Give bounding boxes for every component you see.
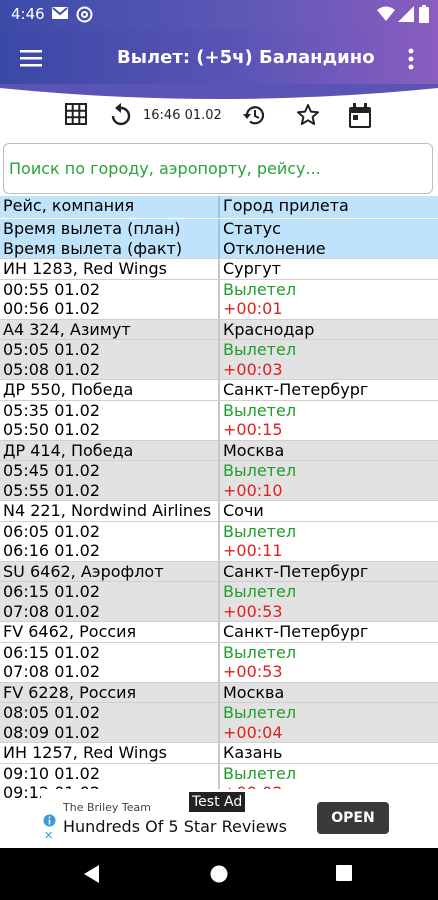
departure-actual: 05:08 01.02	[3, 359, 100, 379]
arrival-city: Сочи	[223, 501, 264, 520]
column-header: Время вылета (факт)	[3, 238, 183, 258]
toolbar: 16:46 01.02	[0, 100, 438, 136]
flight-delay: +00:04	[223, 722, 283, 742]
recents-icon[interactable]	[336, 865, 352, 885]
column-header: Город прилета	[223, 196, 349, 215]
flight-row[interactable]: ДР 550, Победа Санкт-Петербург 05:35 01.02…	[0, 379, 438, 440]
flight-status: Вылетел	[223, 582, 297, 601]
flight-delay: +00:03	[223, 359, 283, 379]
status-time: 4:46	[11, 5, 45, 23]
flight-name: SU 6462, Аэрофлот	[3, 561, 164, 581]
ad-headline: Hundreds Of 5 Star Reviews	[63, 817, 288, 836]
flight-name: ДР 414, Победа	[3, 440, 134, 460]
flight-row[interactable]: FV 6462, Россия Санкт-Петербург 06:15 01.0…	[0, 621, 438, 682]
page-title: Вылет: (+5ч) Баландино	[117, 47, 375, 68]
more-options-icon[interactable]	[408, 48, 414, 74]
flight-name: ИН 1283, Red Wings	[3, 259, 168, 278]
history-icon[interactable]	[242, 103, 266, 131]
flight-delay: +00:53	[223, 601, 283, 621]
update-datetime: 16:46 01.02	[143, 108, 222, 123]
flight-delay: +00:01	[223, 299, 283, 318]
arrival-city: Краснодар	[223, 319, 315, 339]
departure-actual: 05:55 01.02	[3, 480, 100, 500]
arrival-city: Москва	[223, 440, 285, 460]
app-bar: Вылет: (+5ч) Баландино	[0, 30, 438, 88]
flight-delay: +00:10	[223, 480, 283, 500]
table-header-row-1: Рейс, компания Город прилета	[0, 196, 438, 218]
signal-icon	[398, 6, 414, 26]
flight-row[interactable]: ИН 1283, Red Wings Сургут 00:55 01.02 00:56…	[0, 258, 438, 319]
flight-status: Вылетел	[223, 703, 297, 722]
arrival-city: Москва	[223, 682, 285, 702]
flight-status: Вылетел	[223, 400, 297, 420]
column-header: Время вылета (план)	[3, 219, 181, 238]
flight-status: Вылетел	[223, 763, 297, 783]
departure-planned: 05:45 01.02	[3, 461, 100, 480]
flight-row[interactable]: N4 221, Nordwind Airlines Сочи 06:05 01.02…	[0, 500, 438, 561]
gmail-icon	[52, 6, 68, 24]
departure-planned: 06:15 01.02	[3, 642, 100, 662]
flight-delay: +00:15	[223, 420, 283, 439]
departure-planned: 05:35 01.02	[3, 400, 100, 420]
system-nav-bar	[0, 848, 438, 900]
table-header-row-2: Время вылета (план) Время вылета (факт) …	[0, 218, 438, 258]
departure-planned: 06:15 01.02	[3, 582, 100, 601]
grid-icon[interactable]	[65, 103, 87, 129]
wifi-icon	[377, 6, 395, 26]
test-ad-badge: Test Ad	[189, 792, 246, 812]
flight-status: Вылетел	[223, 279, 297, 299]
search-placeholder: Поиск по городу, аэропорту, рейсу...	[9, 159, 321, 178]
flight-delay: +00:53	[223, 662, 283, 681]
flight-status: Вылетел	[223, 461, 297, 480]
arrival-city: Казань	[223, 743, 283, 762]
flight-name: ДР 550, Победа	[3, 380, 134, 399]
arrival-city: Санкт-Петербург	[223, 622, 369, 641]
departure-planned: 05:05 01.02	[3, 340, 100, 359]
departure-actual: 08:09 01.02	[3, 722, 100, 742]
at-icon	[76, 6, 93, 27]
calendar-icon[interactable]	[348, 103, 372, 133]
refresh-icon[interactable]	[110, 103, 132, 131]
flight-name: ИН 1257, Red Wings	[3, 743, 168, 762]
back-icon[interactable]	[84, 865, 100, 887]
flights-table: Рейс, компания Город прилета Время вылет…	[0, 196, 438, 803]
flight-status: Вылетел	[223, 521, 297, 541]
arrival-city: Сургут	[223, 259, 281, 278]
ad-close-icon[interactable]: ✕	[44, 829, 53, 842]
departure-planned: 09:10 01.02	[3, 763, 100, 783]
flight-status: Вылетел	[223, 340, 297, 359]
flight-name: N4 221, Nordwind Airlines	[3, 501, 212, 520]
flight-row[interactable]: FV 6228, Россия Москва 08:05 01.02 08:09 01…	[0, 681, 438, 742]
flight-name: FV 6228, Россия	[3, 682, 137, 702]
flight-row[interactable]: ДР 414, Победа Москва 05:45 01.02 05:55 01.…	[0, 439, 438, 500]
flight-status: Вылетел	[223, 642, 297, 662]
flight-row[interactable]: SU 6462, Аэрофлот Санкт-Петербург 06:15 01…	[0, 560, 438, 621]
departure-actual: 07:08 01.02	[3, 601, 100, 621]
flight-name: А4 324, Азимут	[3, 319, 131, 339]
column-header: Статус	[223, 219, 281, 238]
departure-planned: 06:05 01.02	[3, 521, 100, 541]
flight-delay: +00:11	[223, 541, 283, 560]
flight-row[interactable]: А4 324, Азимут Краснодар 05:05 01.02 05:08 …	[0, 318, 438, 379]
departure-actual: 05:50 01.02	[3, 420, 100, 439]
departure-actual: 07:08 01.02	[3, 662, 100, 681]
status-bar: 4:46	[0, 0, 438, 30]
ad-open-button[interactable]: OPEN	[317, 802, 389, 834]
arrival-city: Санкт-Петербург	[223, 561, 369, 581]
ad-advertiser: The Briley Team	[63, 801, 151, 814]
arrival-city: Санкт-Петербург	[223, 380, 369, 399]
departure-actual: 00:56 01.02	[3, 299, 100, 318]
search-input[interactable]: Поиск по городу, аэропорту, рейсу...	[3, 143, 433, 194]
column-header: Рейс, компания	[3, 196, 135, 215]
battery-icon	[419, 5, 429, 27]
departure-planned: 08:05 01.02	[3, 703, 100, 722]
departure-planned: 00:55 01.02	[3, 279, 100, 299]
departure-actual: 06:16 01.02	[3, 541, 100, 560]
menu-icon[interactable]	[20, 49, 42, 71]
column-header: Отклонение	[223, 238, 326, 258]
star-icon[interactable]	[296, 103, 320, 131]
flight-name: FV 6462, Россия	[3, 622, 137, 641]
home-icon[interactable]	[210, 865, 228, 887]
